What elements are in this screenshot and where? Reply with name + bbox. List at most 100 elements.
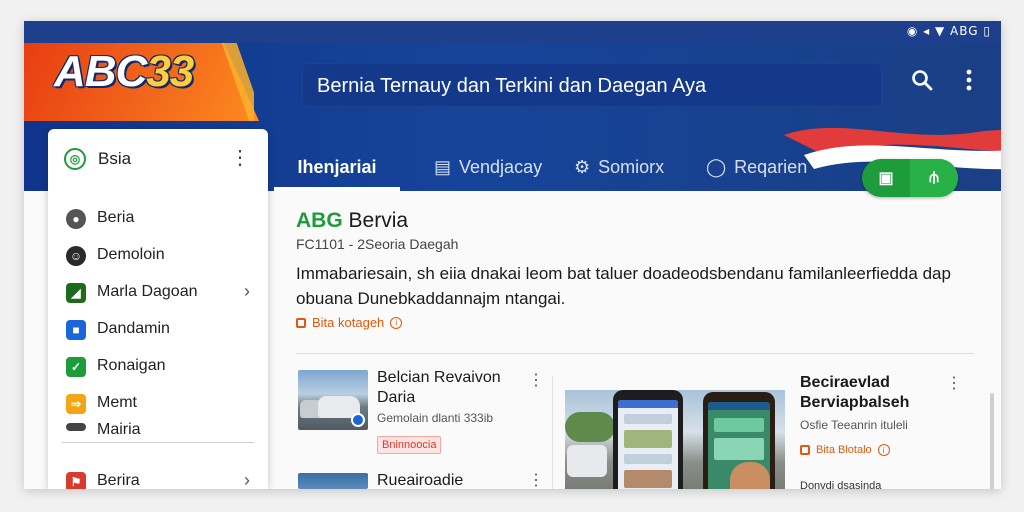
green-box-icon: ◢ [66, 283, 86, 303]
red-flag-icon: ⚑ [66, 472, 86, 489]
drawer-title: Bsia [98, 149, 132, 168]
tab-settings-label: Somiorx [598, 156, 665, 177]
news-thumbnail [298, 370, 368, 430]
chat-icon: ◯ [706, 156, 727, 177]
avatar-icon: ☺ [66, 246, 86, 266]
search-text: Bernia Ternauy dan Terkini dan Daegan Ay… [317, 75, 707, 97]
dark-box-icon [66, 423, 86, 431]
phone-right [703, 392, 775, 489]
screen-row [714, 438, 764, 460]
tab-home[interactable]: Ihenjariai [274, 143, 400, 191]
screen-row [624, 414, 672, 424]
tab-home-label: Ihenjariai [297, 156, 377, 177]
yellow-box-icon: ⇒ [66, 394, 86, 414]
news-title: Belcian Revaivon Daria [377, 369, 501, 406]
status-icons: ◉ ◂ ▼ ABG ▯ [906, 24, 991, 38]
tab-messages[interactable]: ◯ Reqarien [706, 143, 807, 191]
drawer-item-demoloin[interactable]: ☺ Demoloin [48, 238, 268, 274]
search-bar[interactable]: Bernia Ternauy dan Terkini dan Daegan Ay… [302, 63, 882, 107]
split-view-icon[interactable]: ⫛ [910, 159, 958, 197]
category-link[interactable]: Bita kotageh i [296, 315, 403, 330]
news-meta: Gemolain dlanti 333ib [377, 411, 494, 425]
screen-header [618, 400, 678, 408]
feature-title: Beciraevlad Berviapbalseh [800, 374, 910, 411]
drawer-header: ◎ Bsia ⋮ [48, 129, 268, 187]
news-more-icon[interactable]: ⋮ [528, 473, 544, 489]
more-vert-icon[interactable] [959, 68, 979, 92]
phone-screen [618, 400, 678, 489]
page-title: ABG Bervia [296, 209, 408, 233]
drawer-item-mairia[interactable]: Mairia [48, 421, 268, 435]
circle-gray-icon: ● [66, 209, 86, 229]
scrollbar[interactable] [990, 393, 994, 489]
drawer-item-beria[interactable]: ● Beria [48, 201, 268, 237]
blue-box-icon: ■ [66, 320, 86, 340]
screen-row [714, 418, 764, 432]
list-icon: ▤ [434, 156, 452, 177]
page-description: Immabariesain, sh eiia dnakai leom bat t… [296, 264, 951, 308]
drawer-item-label: Marla Dagoan [97, 283, 198, 300]
source-badge-icon [351, 413, 365, 427]
news-tag: Bninnoocia [377, 436, 442, 454]
drawer-item-label: Demoloin [97, 246, 165, 263]
feature-image[interactable] [565, 390, 785, 489]
action-toggle[interactable]: ▣ ⫛ [862, 159, 958, 197]
app-logo[interactable]: ABC33 [54, 47, 194, 97]
search-icon[interactable] [910, 68, 934, 92]
chevron-right-icon: › [244, 281, 250, 301]
drawer-divider [62, 442, 254, 443]
news-thumbnail [298, 473, 368, 489]
drawer-item-marla[interactable]: ◢ Marla Dagoan › [48, 275, 268, 311]
drawer-logo-icon: ◎ [64, 148, 86, 170]
tab-settings[interactable]: ⚙ Somiorx [574, 143, 664, 191]
screen-row [624, 454, 672, 464]
title-rest: Bervia [348, 209, 409, 232]
news-item[interactable]: Rueairoadie ⋮ [298, 473, 548, 489]
chevron-right-icon: › [244, 470, 250, 489]
logo-accent: 33 [146, 47, 194, 96]
feature-more-icon[interactable]: ⋮ [946, 373, 962, 393]
info-icon: i [390, 316, 403, 329]
check-icon: ✓ [66, 357, 86, 377]
screen-image [624, 430, 672, 448]
grid-view-icon[interactable]: ▣ [862, 159, 910, 197]
feature-meta: Osfie Teeanrin ituleli [800, 418, 908, 432]
news-more-icon[interactable]: ⋮ [528, 370, 544, 390]
title-brand: ABG [296, 209, 343, 232]
navigation-drawer: ◎ Bsia ⋮ ● Beria ☺ Demoloin ◢ Marla Dago… [48, 129, 268, 489]
info-icon: i [877, 444, 890, 456]
content-divider [296, 353, 974, 354]
drawer-item-label: Ronaigan [97, 357, 166, 374]
drawer-item-ronaigan[interactable]: ✓ Ronaigan [48, 349, 268, 385]
drawer-item-label: Beria [97, 209, 135, 226]
hand-shape [730, 462, 770, 489]
drawer-item-footer[interactable]: ⚑ Berira › [48, 464, 268, 489]
app-window: ABC33 Bernia Ternauy dan Terkini dan Dae… [24, 21, 1001, 489]
news-item[interactable]: Belcian Revaivon Daria Gemolain dlanti 3… [298, 369, 548, 460]
tab-list-label: Vendjacay [459, 156, 543, 177]
screen-image [624, 470, 672, 488]
car-shape [567, 445, 607, 477]
drawer-item-memt[interactable]: ⇒ Memt [48, 386, 268, 422]
drawer-item-label: Memt [97, 394, 137, 411]
logo-main: ABC [54, 47, 147, 96]
news-title: Rueairoadie [377, 473, 464, 489]
drawer-more-icon[interactable]: ⋮ [230, 145, 250, 170]
phone-left [613, 390, 683, 489]
status-bar: ◉ ◂ ▼ ABG ▯ [24, 21, 1001, 43]
column-divider [552, 376, 553, 489]
bookmark-icon [296, 317, 306, 328]
tab-list[interactable]: ▤ Vendjacay [434, 143, 542, 191]
drawer-item-label: Berira [97, 472, 140, 489]
drawer-item-label: Mairia [97, 421, 141, 435]
bookmark-icon [800, 445, 810, 455]
page-subtitle: FC1101 - 2Seoria Daegah [296, 236, 459, 252]
phone-screen [708, 402, 770, 489]
screen-header [708, 402, 770, 410]
drawer-item-dandamin[interactable]: ■ Dandamin [48, 312, 268, 348]
feature-more-text: Donvdi dsasinda [800, 480, 882, 489]
feature-link[interactable]: Bita Blotalo i [800, 444, 890, 456]
feature-link-label: Bita Blotalo [816, 444, 872, 456]
tree-shape [565, 412, 615, 442]
category-link-label: Bita kotageh [312, 315, 385, 330]
